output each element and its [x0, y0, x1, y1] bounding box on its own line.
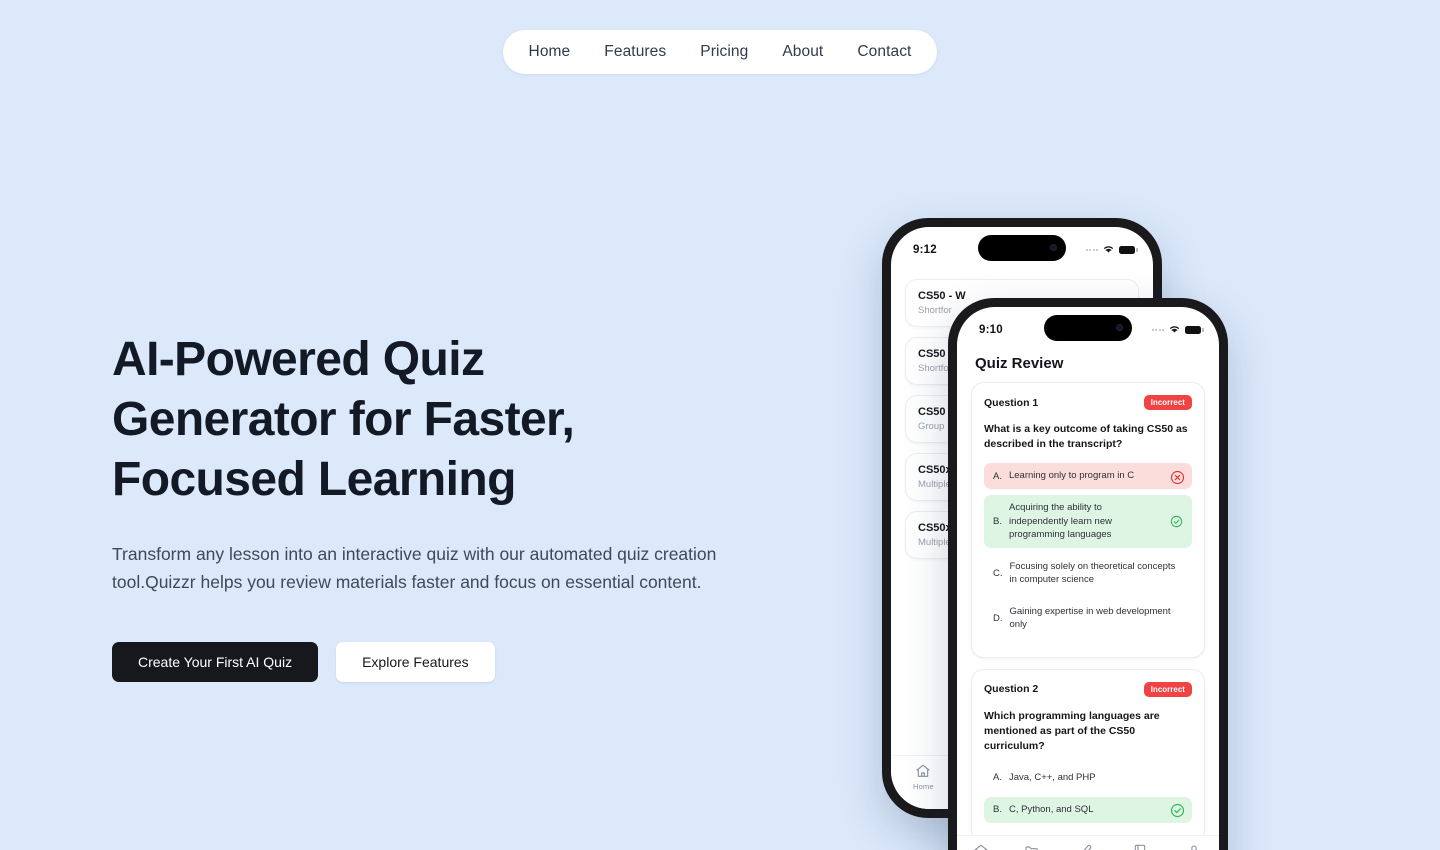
home-icon — [915, 763, 931, 779]
question-text: Which programming languages are mentione… — [984, 709, 1160, 752]
screen-title: Quiz Review — [975, 355, 1064, 372]
nav-pill: Home Features Pricing About Contact — [502, 30, 938, 74]
option-key: A. — [993, 772, 1002, 783]
page-title: AI-Powered Quiz Generator for Faster, Fo… — [112, 333, 575, 506]
tab-home[interactable]: Home — [913, 763, 934, 791]
quiz-review-list: Question 1 Incorrect What is a key outcome… — [957, 382, 1219, 843]
dynamic-island — [1044, 315, 1132, 341]
battery-icon — [1119, 245, 1138, 255]
option-key: D. — [993, 612, 1003, 624]
status-icons — [1151, 321, 1204, 339]
option-row[interactable]: A. Java, C++, and PHP — [984, 765, 1192, 791]
tab-attempts[interactable]: Attempts — [1125, 843, 1156, 850]
question-card: Question 2 Incorrect Which programming lan… — [971, 668, 1205, 843]
hero-section: AI-Powered Quiz Generator for Faster, Fo… — [112, 330, 752, 682]
option-key: A. — [993, 470, 1002, 482]
nav-item-about[interactable]: About — [782, 43, 823, 61]
explore-features-button[interactable]: Explore Features — [336, 642, 495, 682]
signal-icon — [1151, 329, 1164, 331]
question-header: Question 2 Incorrect — [984, 681, 1192, 697]
tab-bar-front: Home Groups Record Attempts Profile — [957, 835, 1219, 850]
create-first-ai-quiz-button[interactable]: Create Your First AI Quiz — [112, 642, 319, 682]
nav-item-features[interactable]: Features — [604, 43, 666, 61]
option-key: B. — [993, 804, 1002, 815]
option-text: Learning only to program in C — [1008, 470, 1135, 482]
book-icon — [1132, 843, 1148, 850]
option-row[interactable]: D. Gaining expertise in web development o… — [984, 599, 1192, 638]
nav-item-pricing[interactable]: Pricing — [700, 43, 748, 61]
option-list: A. Java, C++, and PHP B. C, Python, and SQL — [984, 765, 1192, 823]
question-header: Question 1 Incorrect — [984, 395, 1192, 410]
signal-icon — [1085, 249, 1098, 251]
phone-front-screen: 9:10 Quiz Review Question 1 Incorrect What… — [957, 307, 1219, 850]
folder-icon — [1024, 843, 1040, 850]
hero-subheading: Transform any lesson into an interactive… — [112, 544, 717, 592]
home-icon — [973, 843, 989, 850]
option-text: Java, C++, and PHP — [1008, 771, 1096, 783]
tab-label: Home — [913, 782, 934, 791]
option-text: Acquiring the ability to independently l… — [1008, 502, 1112, 540]
status-bar: 9:10 — [957, 307, 1219, 353]
question-text: What is a key outcome of taking CS50 as … — [984, 423, 1188, 450]
nav-item-home[interactable]: Home — [529, 43, 571, 61]
option-key: B. — [993, 515, 1002, 527]
wifi-icon — [1168, 321, 1181, 339]
question-card: Question 1 Incorrect What is a key outcome… — [971, 382, 1205, 658]
circle-check-icon — [1170, 803, 1185, 818]
microphone-icon — [1077, 843, 1093, 850]
option-row[interactable]: C. Focusing solely on theoretical concept… — [984, 554, 1192, 593]
top-navigation: Home Features Pricing About Contact — [0, 0, 1440, 104]
dynamic-island — [978, 235, 1066, 261]
status-bar: 9:12 — [891, 227, 1153, 273]
option-list: A. Learning only to program in C B. Acquiri… — [984, 463, 1192, 638]
wifi-icon — [1102, 241, 1115, 259]
nav-item-contact[interactable]: Contact — [857, 43, 911, 61]
phone-mockups: 9:12 CS50 - W Shortfor CS50 - Shortfor CS50 G… — [860, 200, 1280, 850]
circle-check-icon — [1170, 515, 1183, 528]
circle-x-icon — [1170, 470, 1185, 484]
option-text: Focusing solely on theoretical concepts … — [1009, 560, 1176, 586]
phone-mockup-front: 9:10 Quiz Review Question 1 Incorrect What… — [948, 298, 1228, 850]
person-icon — [1186, 843, 1202, 850]
tab-profile[interactable]: Profile — [1183, 843, 1205, 850]
tab-home[interactable]: Home — [971, 843, 992, 850]
tab-groups[interactable]: Groups — [1019, 843, 1045, 850]
status-icons — [1085, 241, 1138, 259]
option-row[interactable]: B. C, Python, and SQL — [984, 796, 1192, 823]
option-text: C, Python, and SQL — [1008, 803, 1094, 815]
question-label: Question 2 — [984, 683, 1039, 695]
status-time: 9:12 — [913, 244, 937, 256]
cta-row: Create Your First AI Quiz Explore Featur… — [112, 642, 752, 682]
status-badge: Incorrect — [1143, 681, 1192, 697]
status-badge: Incorrect — [1143, 395, 1192, 410]
battery-icon — [1185, 325, 1204, 335]
option-key: C. — [993, 567, 1003, 579]
status-time: 9:10 — [979, 324, 1003, 336]
tab-record[interactable]: Record — [1072, 843, 1097, 850]
option-text: Gaining expertise in web development onl… — [1009, 605, 1171, 631]
option-row[interactable]: A. Learning only to program in C — [984, 463, 1192, 489]
question-label: Question 1 — [984, 396, 1039, 409]
option-row[interactable]: B. Acquiring the ability to independently… — [984, 495, 1192, 548]
